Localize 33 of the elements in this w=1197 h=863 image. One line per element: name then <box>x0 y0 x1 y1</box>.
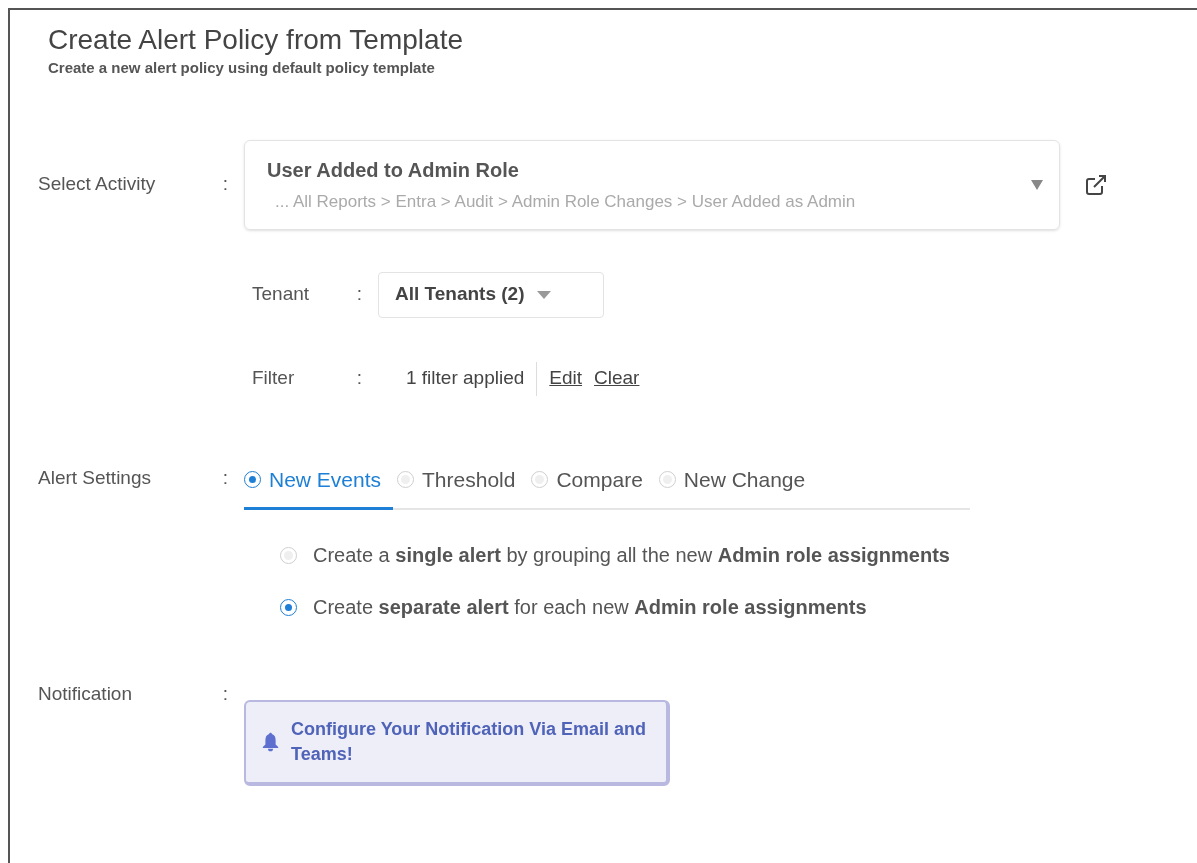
filter-summary: 1 filter applied <box>405 366 525 391</box>
alert-option-label: Create a single alert by grouping all the new Admin role assignments <box>313 543 950 568</box>
tenant-value: All Tenants (2) <box>395 282 525 307</box>
label-colon: : <box>222 682 229 706</box>
field-label: Filter <box>252 366 295 391</box>
label-colon: : <box>222 465 229 490</box>
filter-link[interactable]: Edit <box>549 364 583 393</box>
dropdown-caret-icon <box>536 290 551 299</box>
radio-button[interactable] <box>244 470 261 488</box>
activity-path: ... All Reports > Entra > Audit > Admin Role Changes > User Added as Admin <box>274 190 857 213</box>
bell-icon <box>262 730 280 754</box>
alert-type-tab[interactable]: Compare <box>527 463 655 510</box>
activity-value: User Added to Admin Role <box>267 157 520 183</box>
label-colon: : <box>356 282 363 307</box>
field-label: Alert Settings <box>38 465 151 490</box>
label-colon: : <box>222 172 229 197</box>
tenant-select[interactable]: All Tenants (2) <box>378 271 604 318</box>
alert-type-tab[interactable]: New Change <box>654 463 818 510</box>
label-colon: : <box>356 366 363 391</box>
page-subtitle: Create a new alert policy using default policy template <box>48 58 436 78</box>
field-label: Notification <box>38 682 132 706</box>
external-link-icon[interactable] <box>1084 172 1108 197</box>
alert-option-label: Create separate alert for each new Admin role assignments <box>313 595 867 620</box>
field-label: Tenant <box>252 282 310 307</box>
filter-link[interactable]: Clear <box>594 364 640 393</box>
dropdown-caret-icon <box>1031 179 1043 190</box>
configure-notification-button[interactable]: Configure Your Notification Via Email and Teams! <box>244 700 670 786</box>
alert-type-tab[interactable]: Threshold <box>393 463 528 510</box>
field-label: Select Activity <box>38 172 156 197</box>
alert-type-tab[interactable]: New Events <box>244 463 394 510</box>
activity-select[interactable]: User Added to Admin Role ... All Reports > Entra > Audit > Admin Role Changes > User Added as Admin <box>244 139 1060 230</box>
page-title: Create Alert Policy from Template <box>48 23 464 57</box>
radio-button[interactable] <box>280 598 297 616</box>
